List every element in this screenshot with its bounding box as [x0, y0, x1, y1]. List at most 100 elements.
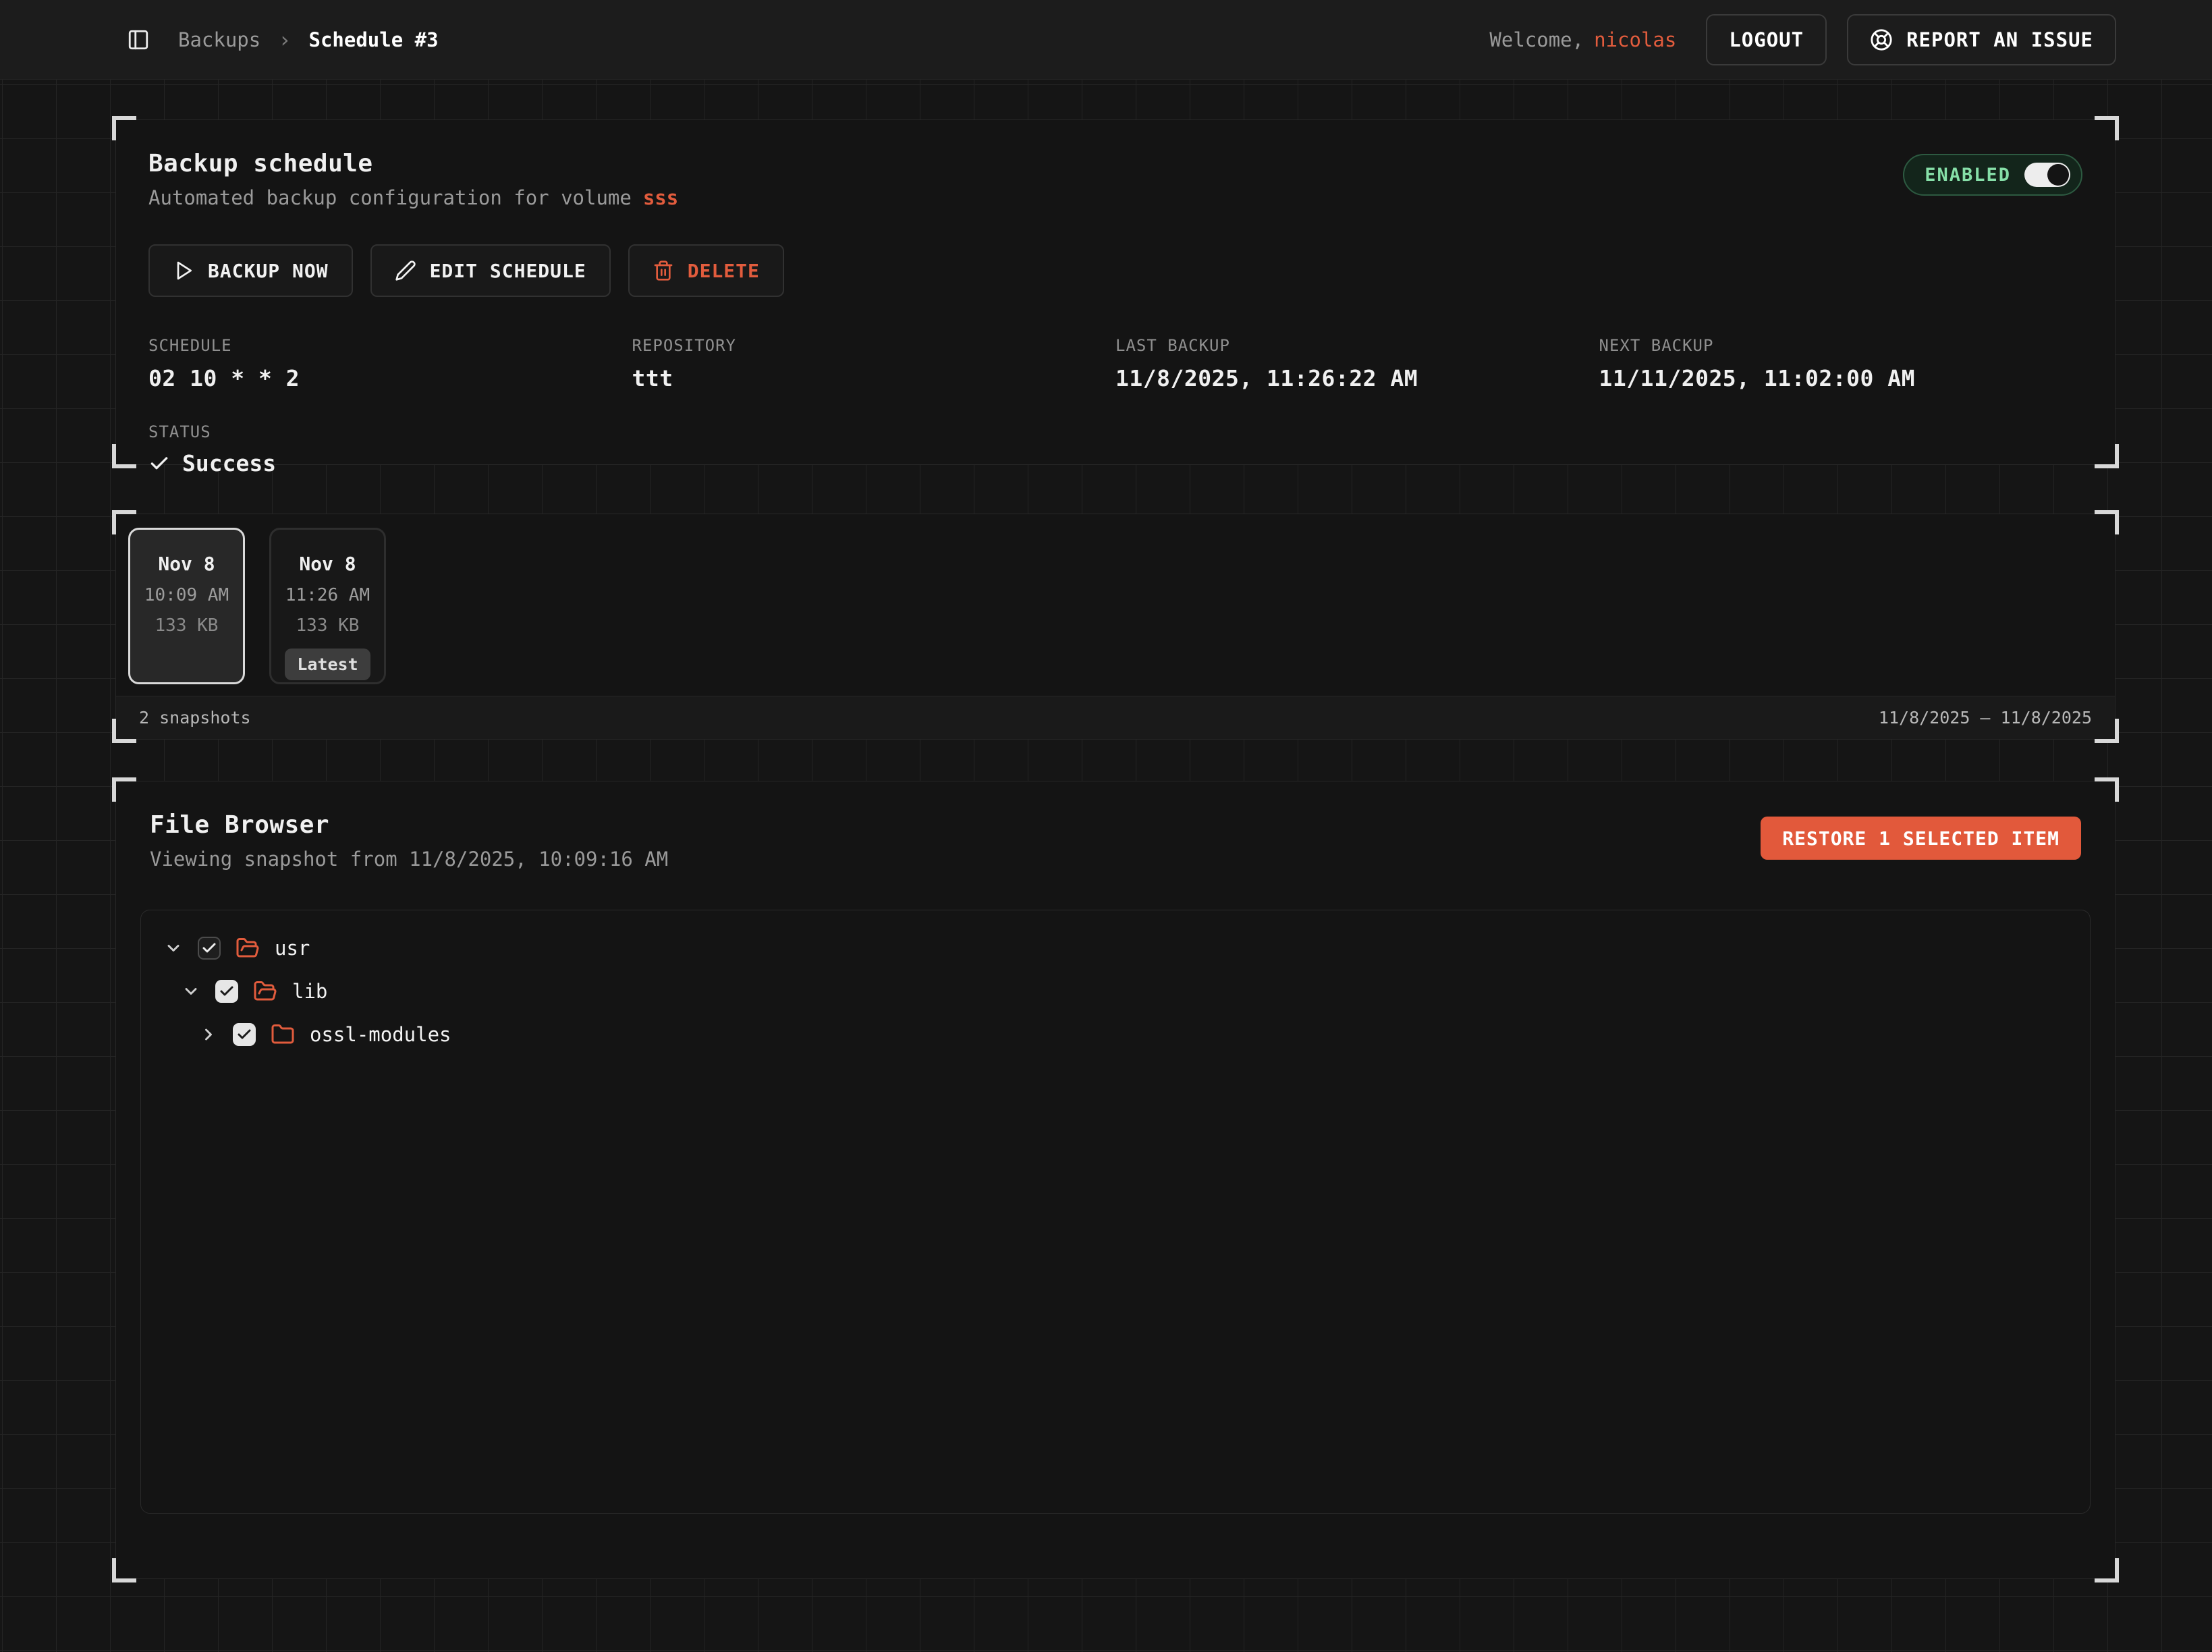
corner-bracket: [112, 1558, 136, 1582]
subtitle-text: Automated backup configuration for volum…: [148, 186, 632, 209]
corner-bracket: [2095, 510, 2119, 534]
topbar: Backups › Schedule #3 Welcome, nicolas L…: [0, 0, 2212, 80]
corner-bracket: [2095, 1558, 2119, 1582]
corner-bracket: [112, 719, 136, 743]
field-repository: REPOSITORY ttt: [632, 336, 1116, 391]
snapshot-cards: Nov 8 10:09 AM 133 KB Nov 8 11:26 AM 133…: [116, 514, 2115, 684]
topbar-right: Welcome, nicolas LOGOUT REPORT AN ISSUE: [1489, 14, 2116, 65]
logout-button-label: LOGOUT: [1729, 28, 1804, 51]
chevron-down-icon[interactable]: [164, 939, 183, 958]
field-label: NEXT BACKUP: [1599, 336, 2083, 355]
field-value: 11/11/2025, 11:02:00 AM: [1599, 365, 2083, 391]
checkbox-lib[interactable]: [215, 980, 238, 1003]
latest-badge: Latest: [285, 649, 370, 680]
snapshot-time: 11:26 AM: [285, 585, 370, 605]
edit-schedule-button[interactable]: EDIT SCHEDULE: [370, 244, 611, 297]
enabled-toggle-switch[interactable]: [2024, 163, 2070, 187]
status-block: STATUS Success: [148, 422, 2082, 476]
field-value: ttt: [632, 365, 1116, 391]
breadcrumb-backups[interactable]: Backups: [178, 28, 260, 51]
backup-now-label: BACKUP NOW: [208, 260, 329, 282]
corner-bracket: [2095, 444, 2119, 468]
field-next-backup: NEXT BACKUP 11/11/2025, 11:02:00 AM: [1599, 336, 2083, 391]
corner-bracket: [2095, 116, 2119, 140]
snapshot-date: Nov 8: [158, 553, 215, 575]
trash-icon: [653, 260, 674, 281]
breadcrumb: Backups › Schedule #3: [178, 27, 439, 53]
corner-bracket: [112, 777, 136, 802]
enabled-toggle-pill[interactable]: ENABLED: [1903, 154, 2082, 196]
corner-bracket: [112, 116, 136, 140]
checkbox-ossl-modules[interactable]: [233, 1023, 256, 1046]
field-last-backup: LAST BACKUP 11/8/2025, 11:26:22 AM: [1115, 336, 1599, 391]
delete-button[interactable]: DELETE: [628, 244, 784, 297]
corner-bracket: [112, 510, 136, 534]
tree-label: ossl-modules: [310, 1023, 451, 1046]
welcome-prefix: Welcome,: [1489, 28, 1584, 51]
schedule-title-block: Backup schedule Automated backup configu…: [148, 150, 678, 209]
field-label: SCHEDULE: [148, 336, 632, 355]
panel-title: Backup schedule: [148, 150, 678, 177]
snapshots-panel: Nov 8 10:09 AM 133 KB Nov 8 11:26 AM 133…: [115, 514, 2116, 740]
folder-open-icon: [236, 936, 260, 960]
file-browser-subtitle: Viewing snapshot from 11/8/2025, 10:09:1…: [150, 848, 668, 871]
status-label: STATUS: [148, 422, 2082, 441]
file-browser-header: File Browser Viewing snapshot from 11/8/…: [140, 811, 2091, 871]
snapshot-size: 133 KB: [155, 615, 219, 636]
restore-selected-button[interactable]: RESTORE 1 SELECTED ITEM: [1761, 817, 2081, 860]
folder-icon: [271, 1022, 295, 1047]
field-label: LAST BACKUP: [1115, 336, 1599, 355]
schedule-fields: SCHEDULE 02 10 * * 2 REPOSITORY ttt LAST…: [148, 336, 2082, 391]
schedule-actions: BACKUP NOW EDIT SCHEDULE DELETE: [148, 244, 2082, 297]
volume-name: sss: [643, 186, 678, 209]
status-text: Success: [182, 450, 276, 476]
snapshot-card-selected[interactable]: Nov 8 10:09 AM 133 KB: [128, 528, 245, 684]
field-value: 11/8/2025, 11:26:22 AM: [1115, 365, 1599, 391]
snapshot-card-latest[interactable]: Nov 8 11:26 AM 133 KB Latest: [269, 528, 386, 684]
backup-schedule-panel: Backup schedule Automated backup configu…: [115, 119, 2116, 465]
tree-label: usr: [275, 937, 310, 960]
panel-left-icon: [127, 28, 150, 51]
edit-schedule-label: EDIT SCHEDULE: [430, 260, 586, 282]
checkbox-usr[interactable]: [198, 937, 221, 960]
snapshot-date-range: 11/8/2025 – 11/8/2025: [1879, 708, 2092, 727]
folder-open-icon: [253, 979, 277, 1003]
snapshot-count: 2 snapshots: [139, 708, 251, 727]
panel-subtitle: Automated backup configuration for volum…: [148, 186, 678, 209]
lifebuoy-icon: [1870, 28, 1893, 51]
logout-button[interactable]: LOGOUT: [1706, 14, 1827, 65]
chevron-down-icon[interactable]: [182, 982, 200, 1001]
corner-bracket: [2095, 777, 2119, 802]
field-schedule: SCHEDULE 02 10 * * 2: [148, 336, 632, 391]
tree-row-usr[interactable]: usr: [141, 927, 2090, 970]
breadcrumb-current-page: Schedule #3: [308, 28, 438, 51]
sidebar-toggle-button[interactable]: [127, 28, 150, 51]
check-icon: [148, 453, 170, 474]
play-icon: [173, 260, 194, 281]
enabled-label: ENABLED: [1925, 165, 2011, 186]
tree-row-lib[interactable]: lib: [141, 970, 2090, 1013]
field-label: REPOSITORY: [632, 336, 1116, 355]
topbar-left: Backups › Schedule #3: [127, 27, 439, 53]
field-value: 02 10 * * 2: [148, 365, 632, 391]
schedule-header: Backup schedule Automated backup configu…: [148, 150, 2082, 209]
delete-label: DELETE: [688, 260, 760, 282]
snapshots-footer: 2 snapshots 11/8/2025 – 11/8/2025: [116, 696, 2115, 739]
report-issue-button[interactable]: REPORT AN ISSUE: [1847, 14, 2116, 65]
snapshot-time: 10:09 AM: [144, 585, 229, 605]
chevron-right-icon[interactable]: [199, 1025, 218, 1044]
welcome-message: Welcome, nicolas: [1489, 28, 1676, 51]
pencil-icon: [395, 260, 416, 281]
status-value: Success: [148, 450, 2082, 476]
backup-now-button[interactable]: BACKUP NOW: [148, 244, 353, 297]
username: nicolas: [1594, 28, 1676, 51]
tree-row-ossl-modules[interactable]: ossl-modules: [141, 1013, 2090, 1056]
report-issue-button-label: REPORT AN ISSUE: [1906, 28, 2093, 51]
breadcrumb-separator: ›: [278, 27, 291, 53]
tree-label: lib: [292, 980, 327, 1003]
corner-bracket: [112, 444, 136, 468]
file-browser-panel: File Browser Viewing snapshot from 11/8/…: [115, 781, 2116, 1579]
file-browser-title-block: File Browser Viewing snapshot from 11/8/…: [150, 811, 668, 871]
corner-bracket: [2095, 719, 2119, 743]
toggle-knob: [2047, 164, 2069, 186]
